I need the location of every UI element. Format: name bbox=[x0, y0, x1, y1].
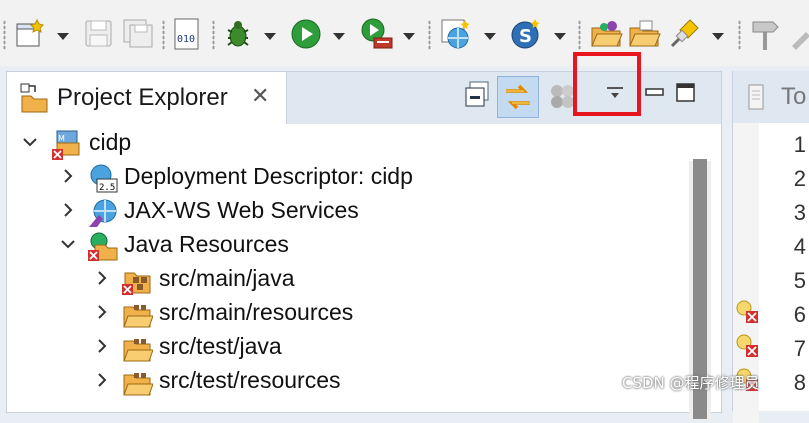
toolbar-grip[interactable] bbox=[578, 20, 581, 50]
toolbar-grip[interactable] bbox=[162, 20, 165, 50]
run-server-icon[interactable] bbox=[360, 18, 394, 50]
line-number: 4 bbox=[793, 234, 806, 259]
tree-item-label: JAX-WS Web Services bbox=[124, 197, 359, 223]
editor-area: To 1 2 3 4 5 6 7 8 bbox=[732, 71, 809, 423]
line-number: 7 bbox=[793, 336, 806, 361]
warning-error-marker-icon[interactable] bbox=[735, 299, 761, 325]
save-all-icon[interactable] bbox=[122, 18, 154, 48]
binary-icon[interactable]: 010 bbox=[172, 18, 202, 50]
project-explorer-view: Project Explorer ✕ M cidp 2.5 Deployment… bbox=[6, 71, 722, 421]
new-wizard-icon[interactable] bbox=[15, 18, 47, 48]
warning-error-marker-icon[interactable] bbox=[735, 333, 761, 359]
chevron-right-icon[interactable] bbox=[93, 269, 111, 287]
tree-item-jax-ws[interactable]: JAX-WS Web Services bbox=[7, 194, 427, 228]
maximize-icon[interactable] bbox=[675, 82, 697, 108]
chevron-right-icon[interactable] bbox=[59, 167, 77, 185]
tree-item-label: cidp bbox=[89, 129, 132, 155]
line-number: 1 bbox=[793, 132, 806, 157]
tree-item-java-resources[interactable]: Java Resources bbox=[7, 228, 347, 262]
tree-item-label: Java Resources bbox=[124, 231, 289, 257]
tree-item-src-main-java[interactable]: src/main/java bbox=[7, 262, 367, 296]
tree-item-label: src/test/resources bbox=[159, 367, 341, 393]
tab-editor[interactable]: To bbox=[733, 71, 809, 123]
tab-project-explorer[interactable]: Project Explorer ✕ bbox=[7, 72, 287, 124]
chevron-down-icon[interactable] bbox=[59, 235, 77, 253]
tree-item-label: src/main/resources bbox=[159, 299, 354, 325]
file-icon bbox=[747, 83, 765, 111]
line-number: 6 bbox=[793, 302, 806, 327]
tree-item-src-test-resources[interactable]: src/test/resources bbox=[7, 364, 407, 398]
toolbar-grip[interactable] bbox=[212, 20, 215, 50]
line-number: 3 bbox=[793, 200, 806, 225]
debug-icon[interactable] bbox=[222, 18, 254, 50]
pin-dropdown-icon[interactable] bbox=[712, 33, 724, 40]
svg-text:M: M bbox=[58, 134, 65, 143]
chevron-right-icon[interactable] bbox=[59, 201, 77, 219]
chevron-down-icon[interactable] bbox=[21, 133, 39, 151]
watermark: CSDN @程序修理员 bbox=[622, 374, 760, 392]
link-with-editor-button[interactable] bbox=[497, 76, 539, 118]
line-number: 2 bbox=[793, 166, 806, 191]
debug-dropdown-icon[interactable] bbox=[264, 33, 276, 40]
tree-item-cidp[interactable]: M cidp bbox=[7, 126, 307, 160]
run-icon[interactable] bbox=[290, 18, 322, 50]
tree-item-deployment-descriptor[interactable]: 2.5 Deployment Descriptor: cidp bbox=[7, 160, 467, 194]
toolbar-grip[interactable] bbox=[428, 20, 431, 50]
toolbar-grip[interactable] bbox=[738, 20, 741, 50]
run-dropdown-icon[interactable] bbox=[333, 33, 345, 40]
svg-text:2.5: 2.5 bbox=[99, 183, 115, 193]
line-number: 5 bbox=[793, 268, 806, 293]
chevron-right-icon[interactable] bbox=[93, 337, 111, 355]
edit-pencil-icon[interactable] bbox=[790, 18, 809, 50]
svg-text:S: S bbox=[519, 26, 532, 47]
web-service-icon[interactable] bbox=[440, 18, 474, 50]
editor-tab-label: To bbox=[781, 83, 807, 110]
run-server-dropdown-icon[interactable] bbox=[403, 33, 415, 40]
tab-label: Project Explorer bbox=[57, 84, 228, 111]
collapse-all-icon[interactable] bbox=[464, 80, 492, 114]
line-number: 8 bbox=[793, 370, 806, 395]
new-class-icon[interactable]: S bbox=[510, 18, 542, 50]
source-folder-icon bbox=[121, 367, 154, 403]
main-toolbar: 010 S bbox=[0, 0, 809, 66]
chevron-right-icon[interactable] bbox=[93, 303, 111, 321]
tree-item-src-test-java[interactable]: src/test/java bbox=[7, 330, 367, 364]
save-icon[interactable] bbox=[84, 18, 114, 48]
project-explorer-icon bbox=[19, 82, 49, 114]
tree-item-label: src/main/java bbox=[159, 265, 295, 291]
close-icon[interactable]: ✕ bbox=[251, 86, 269, 108]
tree-item-label: src/test/java bbox=[159, 333, 282, 359]
pin-icon[interactable] bbox=[668, 18, 700, 50]
minimize-icon[interactable] bbox=[644, 84, 666, 103]
highlight-box bbox=[573, 52, 641, 116]
new-dropdown-icon[interactable] bbox=[57, 33, 69, 40]
open-project-icon[interactable] bbox=[628, 18, 662, 50]
web-service-dropdown-icon[interactable] bbox=[484, 33, 496, 40]
tree-item-label: Deployment Descriptor: cidp bbox=[124, 163, 413, 189]
svg-text:010: 010 bbox=[177, 34, 195, 45]
open-folder-icon[interactable] bbox=[590, 18, 624, 50]
new-class-dropdown-icon[interactable] bbox=[554, 33, 566, 40]
tree-item-src-main-resources[interactable]: src/main/resources bbox=[7, 296, 427, 330]
toolbar-grip[interactable] bbox=[3, 20, 6, 50]
chevron-right-icon[interactable] bbox=[93, 371, 111, 389]
signpost-icon[interactable] bbox=[750, 18, 780, 50]
